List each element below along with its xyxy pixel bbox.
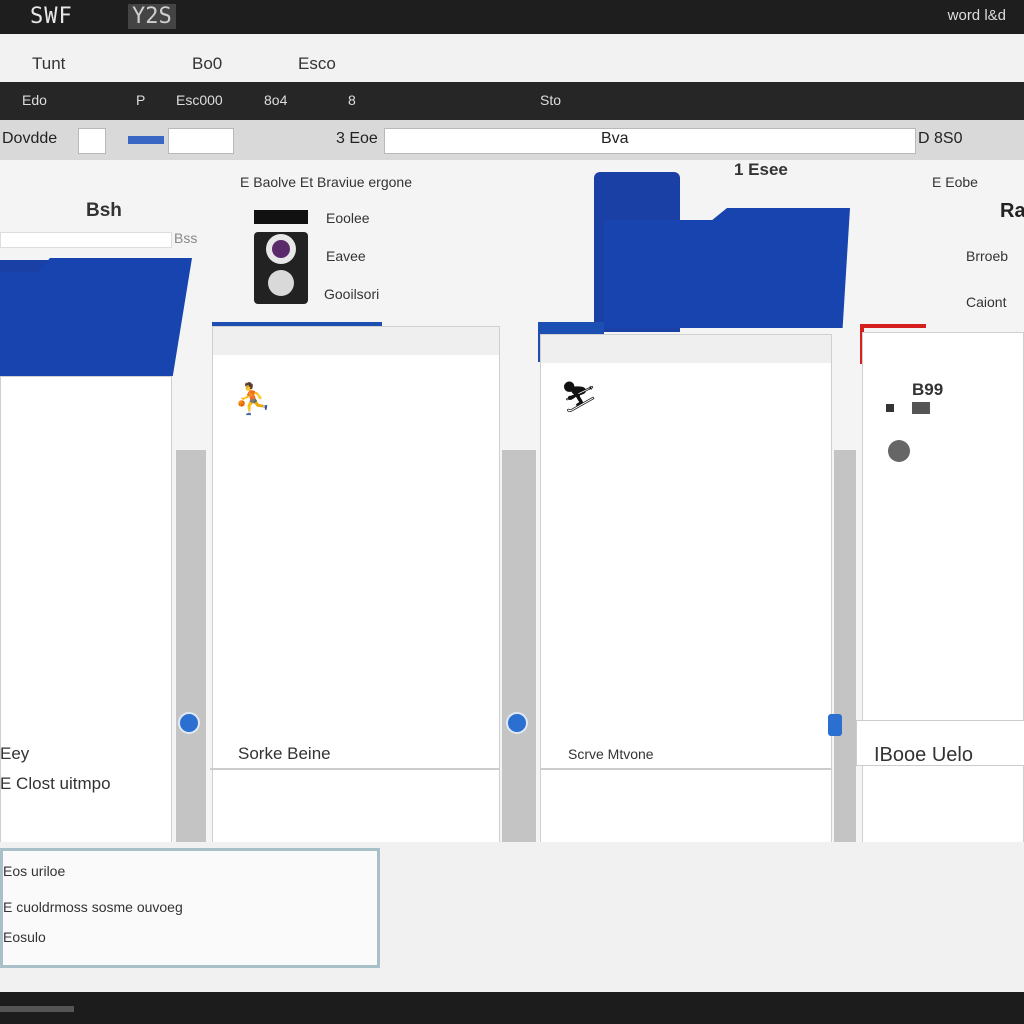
search-label[interactable]: D 8S0 — [918, 130, 962, 148]
app-title-secondary: Y2S — [128, 4, 176, 29]
address-progress — [128, 136, 164, 144]
folder-icon-right[interactable] — [604, 208, 850, 328]
refresh-icon-left[interactable] — [178, 712, 200, 734]
right-panel-sub: Ra — [1000, 200, 1024, 222]
refresh-icon-mid[interactable] — [506, 712, 528, 734]
preview-panel-right — [540, 334, 832, 880]
right-panel-row-2: Caiont — [966, 294, 1007, 310]
content-area: Bsh Bss E Baolve Et Braviue ergone Eoole… — [0, 160, 1024, 880]
cursor-icon-right: ⛷ — [560, 381, 599, 414]
scrollbar-right[interactable] — [834, 450, 856, 874]
menu-item-3[interactable]: Esco — [298, 54, 336, 74]
right-panel-title: E Eobe — [932, 174, 978, 190]
path-text: Bva — [601, 130, 629, 147]
right-panel-row-1: Brroeb — [966, 248, 1009, 264]
app-title: SWF — [30, 4, 73, 29]
right-panel-number: B99 — [912, 380, 944, 399]
preview-panel-left — [0, 376, 172, 876]
thumbnail-icon-1 — [254, 210, 308, 224]
tool-5[interactable]: 8 — [348, 92, 356, 108]
path-input[interactable]: Bva — [384, 128, 916, 154]
caption-1: Eey — [0, 744, 30, 763]
account-label[interactable]: word l&d — [948, 7, 1006, 24]
info-box: Eos uriloe E cuoldrmoss sosme ouvoeg Eos… — [0, 848, 380, 968]
address-field-mid[interactable] — [168, 128, 234, 154]
caption-3: Sorke Beine — [238, 744, 331, 763]
info-line-1: Eos uriloe — [3, 863, 66, 879]
info-line-3: Eosulo — [3, 929, 46, 945]
address-mid-label: 3 Eoe — [336, 130, 378, 147]
details-heading: E Baolve Et Braviue ergone — [240, 174, 412, 190]
bullet-icon-1 — [886, 404, 894, 412]
tool-4[interactable]: 8o4 — [264, 92, 287, 108]
folder-label-left: Bsh — [86, 200, 122, 221]
folder-tab-strip — [0, 232, 172, 248]
camera-icon — [254, 232, 308, 304]
folder-icon-left[interactable] — [0, 258, 192, 376]
address-left-label: Dovdde — [2, 130, 58, 147]
cursor-icon-mid: ⛹ — [234, 383, 272, 416]
title-bar: SWF Y2S word l&d — [0, 0, 1024, 34]
tool-6[interactable]: Sto — [540, 92, 561, 108]
caption-4: Scrve Mtvone — [568, 746, 654, 762]
toolbar: Edo P Esc000 8o4 8 Sto — [0, 82, 1024, 120]
caption-5: IBooe Uelo — [874, 744, 973, 766]
scrollbar-left[interactable] — [176, 450, 206, 870]
caption-2: E Clost uitmpo — [0, 774, 111, 793]
user-icon — [888, 440, 910, 462]
folder-sublabel-left: Bss — [174, 230, 198, 246]
tool-2[interactable]: P — [136, 92, 145, 108]
scroll-thumb-right[interactable] — [828, 714, 842, 736]
tool-3[interactable]: Esc000 — [176, 92, 223, 108]
menu-item-1[interactable]: Tunt — [32, 54, 65, 74]
details-row-3: Gooilsori — [324, 286, 380, 302]
folder-label-right: 1 Esee — [734, 160, 788, 179]
address-field-small[interactable] — [78, 128, 106, 154]
status-bar — [0, 992, 1024, 1024]
bullet-icon-2 — [912, 402, 930, 414]
tool-1[interactable]: Edo — [22, 92, 47, 108]
menu-item-2[interactable]: Bo0 — [192, 54, 222, 74]
status-indicator — [0, 1006, 74, 1012]
scrollbar-mid[interactable] — [502, 450, 536, 874]
details-row-1: Eoolee — [326, 210, 370, 226]
info-line-2: E cuoldrmoss sosme ouvoeg — [3, 899, 183, 915]
details-row-2: Eavee — [326, 248, 366, 264]
menu-bar: Tunt Bo0 Esco — [0, 34, 1024, 82]
preview-panel-far-right — [862, 332, 1024, 880]
address-bar: Dovdde 3 Eoe Bva D 8S0 — [0, 120, 1024, 160]
